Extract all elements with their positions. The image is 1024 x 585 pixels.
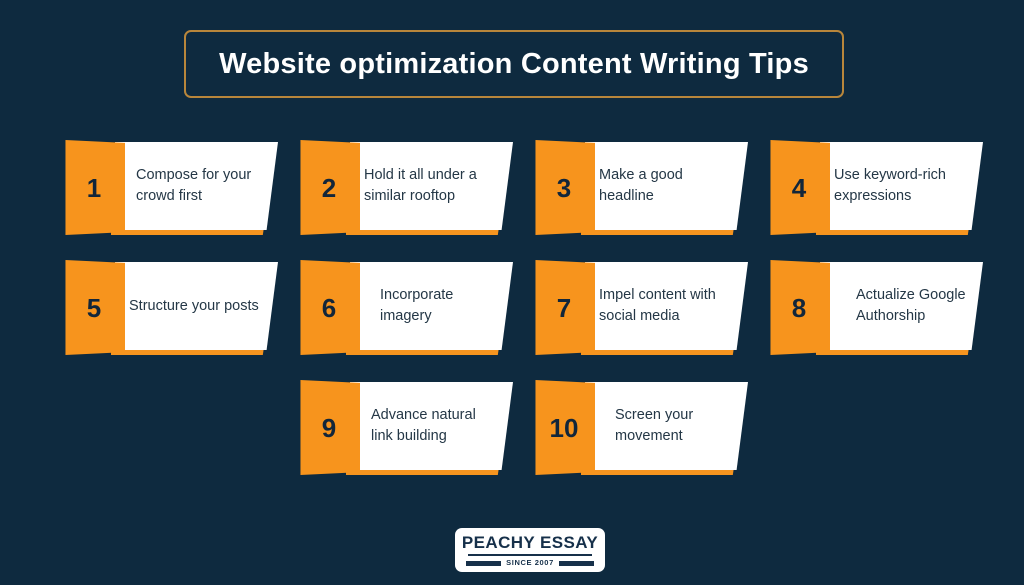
tip-card-6[interactable]: 6 Incorporate imagery — [298, 260, 513, 355]
card-number-tab: 6 — [300, 260, 360, 355]
card-panel: Incorporate imagery — [350, 262, 513, 350]
card-number: 5 — [86, 292, 102, 323]
card-number-tab: 5 — [65, 260, 125, 355]
tip-card-7[interactable]: 7 Impel content with social media — [533, 260, 748, 355]
peachy-essay-logo[interactable]: PEACHY ESSAY SINCE 2007 — [455, 528, 605, 572]
card-number: 8 — [791, 292, 807, 323]
card-label: Compose for your crowd first — [136, 167, 252, 204]
card-number-tab: 3 — [535, 140, 595, 235]
card-label: Screen your movement — [615, 407, 694, 444]
card-number: 1 — [86, 172, 102, 203]
logo-bar-right — [558, 560, 595, 566]
logo-tagline: SINCE 2007 — [506, 558, 554, 568]
tip-card-8[interactable]: 8 Actualize Google Authorship — [768, 260, 983, 355]
card-panel: Impel content with social media — [585, 262, 748, 350]
card-row-2: 5 Structure your posts 6 Incorporate ima… — [0, 260, 1024, 380]
card-number-tab: 4 — [770, 140, 830, 235]
card-row-1: 1 Compose for your crowd first 2 Hold it… — [0, 140, 1024, 260]
tip-card-4[interactable]: 4 Use keyword-rich expressions — [768, 140, 983, 235]
card-label: Impel content with social media — [599, 287, 716, 324]
card-number-tab: 7 — [535, 260, 595, 355]
card-row-3: 9 Advance natural link building 10 Scree… — [0, 380, 1024, 500]
tip-card-3[interactable]: 3 Make a good headline — [533, 140, 748, 235]
page-title: Website optimization Content Writing Tip… — [219, 47, 809, 80]
card-number-tab: 1 — [65, 140, 125, 235]
card-number: 6 — [321, 292, 337, 323]
tip-card-10[interactable]: 10 Screen your movement — [533, 380, 748, 475]
logo-divider — [468, 554, 592, 557]
card-number-tab: 8 — [770, 260, 830, 355]
tip-card-5[interactable]: 5 Structure your posts — [63, 260, 278, 355]
card-panel: Hold it all under a similar rooftop — [350, 142, 513, 230]
tip-card-1[interactable]: 1 Compose for your crowd first — [63, 140, 278, 235]
card-number: 2 — [321, 172, 337, 203]
card-panel: Use keyword-rich expressions — [820, 142, 983, 230]
page-title-banner: Website optimization Content Writing Tip… — [184, 30, 844, 98]
card-label: Actualize Google Authorship — [856, 287, 966, 324]
card-panel: Actualize Google Authorship — [820, 262, 983, 350]
card-number-tab: 2 — [300, 140, 360, 235]
card-label: Advance natural link building — [371, 407, 476, 444]
card-number: 10 — [549, 412, 579, 443]
card-label: Use keyword-rich expressions — [834, 167, 946, 204]
card-label: Structure your posts — [129, 297, 259, 314]
card-label: Hold it all under a similar rooftop — [364, 167, 477, 204]
card-panel: Make a good headline — [585, 142, 748, 230]
card-number: 4 — [791, 172, 807, 203]
card-panel: Screen your movement — [585, 382, 748, 470]
card-panel: Compose for your crowd first — [115, 142, 278, 230]
tip-card-9[interactable]: 9 Advance natural link building — [298, 380, 513, 475]
logo-since-row: SINCE 2007 — [466, 558, 595, 568]
card-panel: Advance natural link building — [350, 382, 513, 470]
card-label: Make a good headline — [599, 167, 683, 204]
card-number-tab: 10 — [535, 380, 595, 475]
card-label: Incorporate imagery — [380, 287, 454, 324]
tips-card-grid: 1 Compose for your crowd first 2 Hold it… — [0, 140, 1024, 500]
logo-bar-left — [466, 560, 502, 566]
tip-card-2[interactable]: 2 Hold it all under a similar rooftop — [298, 140, 513, 235]
card-number: 7 — [556, 292, 572, 323]
logo-wordmark: PEACHY ESSAY — [461, 533, 599, 553]
card-panel: Structure your posts — [115, 262, 278, 350]
card-number: 9 — [321, 412, 337, 443]
card-number: 3 — [556, 172, 572, 203]
card-number-tab: 9 — [300, 380, 360, 475]
